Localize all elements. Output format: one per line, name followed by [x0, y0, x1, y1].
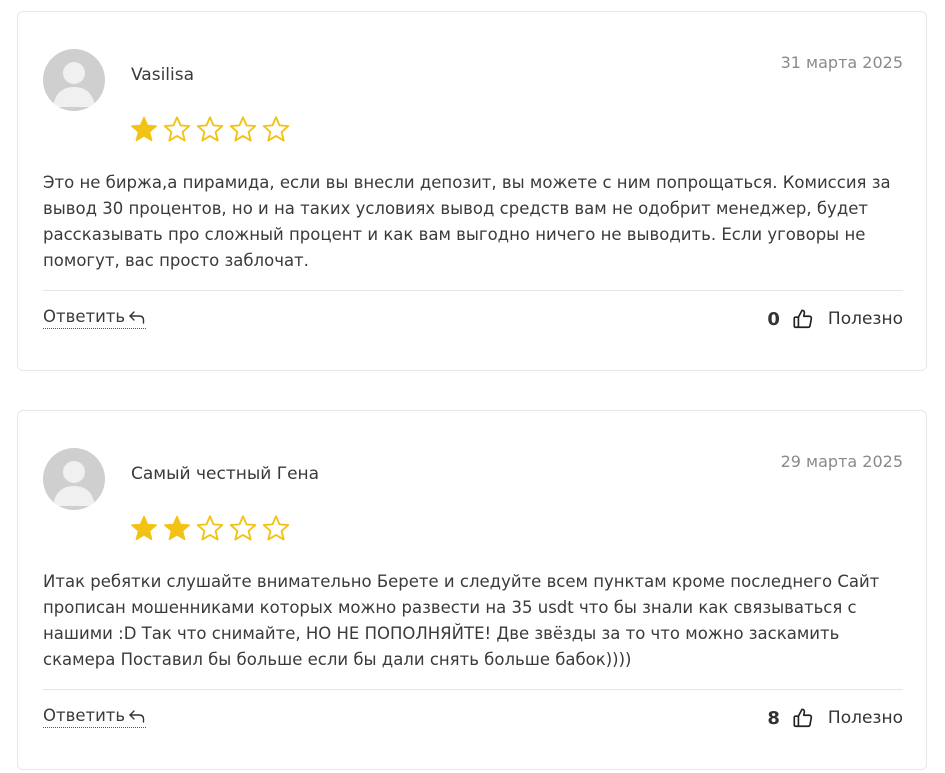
rating-stars	[129, 115, 291, 143]
useful-count: 0	[767, 308, 780, 330]
star-empty-icon	[162, 115, 192, 143]
user-avatar-icon	[43, 448, 105, 510]
reply-button[interactable]: Ответить	[43, 706, 147, 728]
star-filled-icon	[162, 514, 192, 542]
review-card: Vasilisa 31 марта 2025 Это не биржа,а пи…	[17, 11, 927, 371]
star-empty-icon	[261, 514, 291, 542]
user-avatar-icon	[43, 49, 105, 111]
star-empty-icon	[195, 115, 225, 143]
divider	[43, 689, 903, 690]
reply-arrow-icon	[128, 708, 146, 724]
useful-count: 8	[767, 707, 780, 729]
reply-label: Ответить	[43, 706, 126, 725]
star-empty-icon	[195, 514, 225, 542]
review-text: Это не биржа,а пирамида, если вы внесли …	[43, 173, 891, 270]
useful-button[interactable]: Полезно	[828, 309, 903, 329]
reply-button[interactable]: Ответить	[43, 307, 147, 329]
star-empty-icon	[228, 514, 258, 542]
review-date: 31 марта 2025	[780, 53, 903, 72]
divider	[43, 290, 903, 291]
review-author: Самый честный Гена	[131, 464, 320, 484]
review-author: Vasilisa	[131, 65, 195, 85]
useful-block: 8 Полезно	[767, 703, 903, 733]
review-card: Самый честный Гена 29 марта 2025 Итак ре…	[17, 410, 927, 770]
useful-block: 0 Полезно	[767, 304, 903, 334]
star-empty-icon	[228, 115, 258, 143]
reply-label: Ответить	[43, 307, 126, 326]
rating-stars	[129, 514, 291, 542]
review-date: 29 марта 2025	[780, 452, 903, 471]
star-filled-icon	[129, 514, 159, 542]
thumbs-up-icon[interactable]	[792, 707, 814, 729]
useful-button[interactable]: Полезно	[828, 708, 903, 728]
star-empty-icon	[261, 115, 291, 143]
star-filled-icon	[129, 115, 159, 143]
thumbs-up-icon[interactable]	[792, 308, 814, 330]
reply-arrow-icon	[128, 309, 146, 325]
review-text: Итак ребятки слушайте внимательно Берете…	[43, 572, 880, 669]
